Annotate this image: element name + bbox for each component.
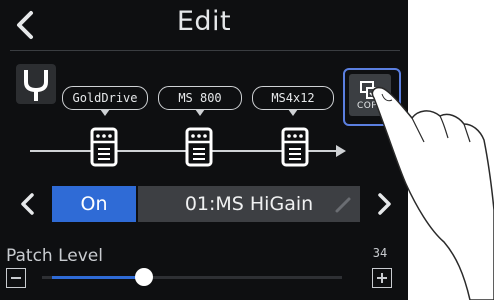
patch-level-slider[interactable] [42,276,342,279]
tuner-button[interactable] [16,64,56,104]
header-divider [10,50,400,51]
pointing-hand-illustration [371,86,494,300]
pedal-icon [281,127,309,167]
effect-label-3[interactable]: MS4x12 [252,86,334,116]
edit-screen: Edit GoldDrive MS 800 MS4x12 COPY On 01:… [0,0,408,300]
patch-level-label: Patch Level [6,246,103,266]
pedal-icon [90,127,118,167]
decrease-level-button[interactable] [6,268,26,288]
patch-on-toggle[interactable]: On [52,186,136,222]
chevron-left-icon [21,193,34,215]
patch-name-text: 01:MS HiGain [184,193,314,215]
pedal-icon [185,127,213,167]
pencil-icon [335,197,351,213]
effect-label-2[interactable]: MS 800 [158,86,242,116]
effect-label-1[interactable]: GoldDrive [62,86,148,116]
effect-pedal-2[interactable] [184,127,214,169]
signal-arrow-icon [336,145,346,157]
page-title: Edit [176,6,232,37]
tuning-fork-icon [24,70,48,101]
header: Edit [0,0,408,48]
patch-level-slider-knob[interactable] [135,268,153,286]
patch-level-slider-fill [52,276,144,279]
patch-row: On 01:MS HiGain [0,184,408,224]
effect-chain: GoldDrive MS 800 MS4x12 COPY [0,60,408,180]
previous-patch-button[interactable] [12,184,42,224]
effect-pedal-3[interactable] [280,127,310,169]
effect-pedal-1[interactable] [89,127,119,169]
patch-name-field[interactable]: 01:MS HiGain [138,186,360,222]
